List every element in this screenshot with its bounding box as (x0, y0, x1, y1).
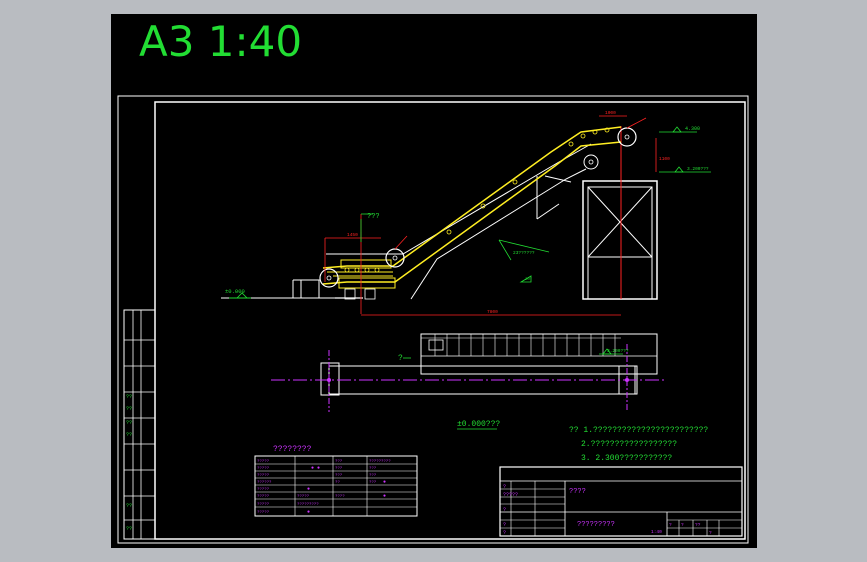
table-cell: ????? (257, 495, 270, 499)
ground-level-label: ±0.000 (225, 288, 245, 295)
title-cell: ? (681, 522, 684, 528)
notes: ?? 1.???????????????????????? 2.????????… (569, 426, 708, 463)
svg-text:●: ● (383, 493, 386, 499)
drawing-name: ????????? (577, 521, 615, 529)
dim-top: 1000 (605, 110, 616, 116)
note-line: 2.?????????????????? (581, 440, 677, 449)
table-cell: ??? (335, 474, 343, 478)
table-cell: ?????? (257, 481, 272, 485)
table-cell: ????? (297, 495, 310, 499)
title-cell: ? (503, 484, 506, 490)
cad-drawing-canvas[interactable]: A3 1:40 ?? ?? ?? ?? ?? ?? ±0.000 7800 14… (111, 14, 757, 548)
dim-span: 7800 (487, 309, 498, 315)
svg-text:●: ● (307, 509, 310, 515)
level-label: 3.200??? (687, 166, 709, 172)
project-name: ???? (569, 488, 586, 496)
strip-cell: ?? (126, 420, 132, 426)
sheet-title: A3 1:40 (139, 17, 302, 66)
title-cell: ?? (695, 522, 701, 528)
table-cell: ????????? (369, 460, 391, 464)
ground-note: ±0.000??? (457, 420, 500, 429)
angle-label: 20° (525, 277, 532, 282)
table-cell: ????????? (297, 503, 319, 507)
title-cell: ? (669, 522, 672, 528)
outer-border (117, 95, 749, 544)
title-block: ???? ????????? 1:40 ? ????? ? ? ? ? ? ??… (499, 466, 743, 537)
title-cell: ? (503, 507, 506, 513)
table-title: ???????? (273, 445, 312, 454)
elevation-view: ±0.000 7800 1450 1000 1100 4.300 3.200??… (221, 110, 711, 316)
table-cell: ????? (257, 511, 270, 515)
table-cell: ??? (335, 467, 343, 471)
table-cell: ???? (335, 495, 345, 499)
strip-cell: ?? (126, 394, 132, 400)
drawing-svg: A3 1:40 ?? ?? ?? ?? ?? ?? ±0.000 7800 14… (117, 17, 749, 544)
svg-text:● ●: ● ● (311, 465, 320, 471)
title-cell: ????? (503, 492, 518, 498)
svg-text:●: ● (307, 486, 310, 492)
table-cell: ????? (257, 467, 270, 471)
table-cell: ?? (335, 481, 340, 485)
table-cell: ??? (369, 481, 377, 485)
inner-border (154, 101, 746, 540)
note-line: ?? 1.???????????????????????? (569, 426, 708, 435)
table-cell: ??? (335, 460, 343, 464)
left-strip: ?? ?? ?? ?? ?? ?? (123, 309, 156, 540)
title-cell: ? (709, 530, 712, 536)
plan-mark: ? (398, 354, 403, 363)
table-cell: ??? (369, 467, 377, 471)
svg-text:●: ● (383, 479, 386, 485)
table-cell: ????? (257, 503, 270, 507)
plan-level-label: 3.200??? (607, 348, 629, 354)
table-cell: ??? (369, 474, 377, 478)
parameter-table: ???????? ????? ????? ????? ?????? ????? … (254, 445, 418, 517)
note-line: 3. 2.300??????????? (581, 454, 672, 463)
dim-right: 1100 (659, 156, 670, 162)
callout-label: ??? (367, 213, 380, 221)
top-level-label: 4.300 (685, 126, 700, 132)
strip-cell: ?? (126, 432, 132, 438)
strip-cell: ?? (126, 503, 132, 509)
title-cell: ? (503, 522, 506, 528)
slope-label: 23?????? (513, 250, 535, 256)
table-cell: ????? (257, 460, 270, 464)
strip-cell: ?? (126, 406, 132, 412)
table-cell: ????? (257, 474, 270, 478)
table-cell: ????? (257, 488, 270, 492)
plan-view: ? 3.200??? (271, 333, 667, 412)
scale-label: 1:40 (651, 529, 662, 535)
strip-cell: ?? (126, 526, 132, 532)
title-cell: ? (503, 530, 506, 536)
dim-left: 1450 (347, 232, 358, 238)
